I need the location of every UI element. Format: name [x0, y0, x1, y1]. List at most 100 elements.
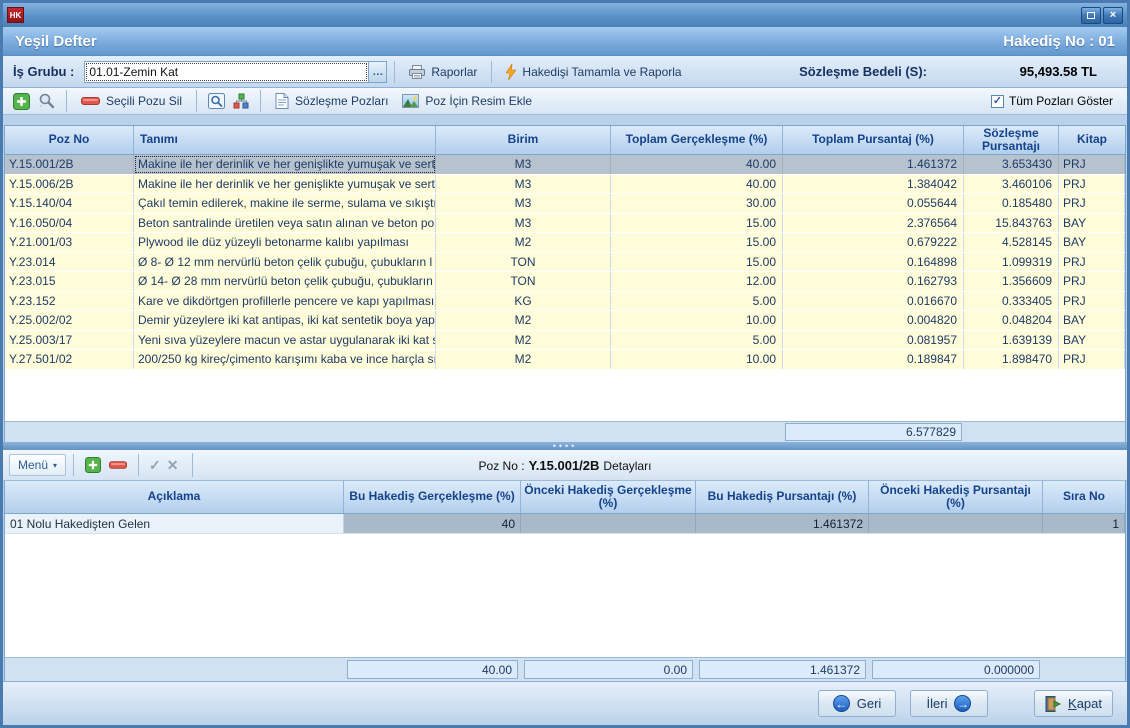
poz-tree-button[interactable]: [229, 91, 253, 111]
col-header-onceki-pursantaj[interactable]: Önceki Hakediş Pursantajı (%): [869, 481, 1043, 513]
table-row[interactable]: Y.23.014Ø 8- Ø 12 mm nervürlü beton çeli…: [5, 253, 1125, 273]
cell-pursantaj[interactable]: 0.004820: [783, 311, 964, 330]
col-header-gerceklesme[interactable]: Toplam Gerçekleşme (%): [611, 126, 783, 154]
cell-kitap[interactable]: PRJ: [1059, 350, 1125, 369]
cell-birim[interactable]: M3: [436, 155, 611, 174]
cell-bu_gerceklesme[interactable]: 40: [344, 514, 521, 533]
detail-add-button[interactable]: [81, 455, 105, 475]
cell-pursantaj[interactable]: 1.461372: [783, 155, 964, 174]
cell-tanim[interactable]: Kare ve dikdörtgen profillerle pencere v…: [134, 292, 436, 311]
cell-gerceklesme[interactable]: 5.00: [611, 292, 783, 311]
col-header-bu-gerceklesme[interactable]: Bu Hakediş Gerçekleşme (%): [344, 481, 521, 513]
cell-tanim[interactable]: Ø 8- Ø 12 mm nervürlü beton çelik çubuğu…: [134, 253, 436, 272]
cell-birim[interactable]: M2: [436, 311, 611, 330]
cell-gerceklesme[interactable]: 15.00: [611, 233, 783, 252]
cell-sozlesme_pursantaji[interactable]: 15.843763: [964, 214, 1059, 233]
tum-pozlari-checkbox-group[interactable]: ✓ Tüm Pozları Göster: [991, 94, 1113, 108]
close-button[interactable]: ×: [1103, 7, 1123, 24]
cell-gerceklesme[interactable]: 10.00: [611, 311, 783, 330]
cancel-icon[interactable]: ✕: [164, 457, 182, 474]
cell-poz_no[interactable]: Y.15.006/2B: [5, 175, 134, 194]
cell-kitap[interactable]: PRJ: [1059, 253, 1125, 272]
col-header-onceki-gerceklesme[interactable]: Önceki Hakediş Gerçekleşme (%): [521, 481, 696, 513]
cell-pursantaj[interactable]: 0.055644: [783, 194, 964, 213]
ileri-button[interactable]: İleri →: [910, 690, 988, 717]
cell-gerceklesme[interactable]: 12.00: [611, 272, 783, 291]
cell-kitap[interactable]: BAY: [1059, 331, 1125, 350]
hakedisi-tamamla-button[interactable]: Hakedişi Tamamla ve Raporla: [499, 61, 688, 83]
cell-kitap[interactable]: PRJ: [1059, 175, 1125, 194]
cell-kitap[interactable]: PRJ: [1059, 272, 1125, 291]
cell-kitap[interactable]: BAY: [1059, 214, 1125, 233]
col-header-sira-no[interactable]: Sıra No: [1043, 481, 1125, 513]
table-row[interactable]: Y.25.003/17Yeni sıva yüzeylere macun ve …: [5, 331, 1125, 351]
accept-icon[interactable]: ✓: [146, 457, 164, 474]
cell-kitap[interactable]: PRJ: [1059, 155, 1125, 174]
add-poz-button[interactable]: [9, 91, 34, 112]
cell-pursantaj[interactable]: 0.164898: [783, 253, 964, 272]
table-row[interactable]: Y.27.501/02200/250 kg kireç/çimento karı…: [5, 350, 1125, 370]
cell-gerceklesme[interactable]: 15.00: [611, 253, 783, 272]
cell-poz_no[interactable]: Y.25.003/17: [5, 331, 134, 350]
table-row[interactable]: Y.23.015Ø 14- Ø 28 mm nervürlü beton çel…: [5, 272, 1125, 292]
cell-pursantaj[interactable]: 0.162793: [783, 272, 964, 291]
cell-poz_no[interactable]: Y.15.140/04: [5, 194, 134, 213]
cell-aciklama[interactable]: 01 Nolu Hakedişten Gelen: [5, 514, 344, 533]
cell-tanim[interactable]: 200/250 kg kireç/çimento karışımı kaba v…: [134, 350, 436, 369]
table-row[interactable]: Y.15.001/2BMakine ile her derinlik ve he…: [5, 155, 1125, 175]
maximize-button[interactable]: [1081, 7, 1101, 24]
detail-delete-button[interactable]: [105, 459, 131, 471]
detail-table-row[interactable]: 01 Nolu Hakedişten Gelen401.4613721: [5, 514, 1125, 534]
cell-pursantaj[interactable]: 1.384042: [783, 175, 964, 194]
cell-onceki_pursantaj[interactable]: [869, 514, 1043, 533]
menu-button[interactable]: Menü ▾: [9, 454, 66, 476]
cell-birim[interactable]: M3: [436, 194, 611, 213]
cell-poz_no[interactable]: Y.23.015: [5, 272, 134, 291]
table-row[interactable]: Y.16.050/04Beton santralinde üretilen ve…: [5, 214, 1125, 234]
geri-button[interactable]: ← Geri: [818, 690, 896, 717]
cell-bu_pursantaj[interactable]: 1.461372: [696, 514, 869, 533]
cell-tanim[interactable]: Yeni sıva yüzeylere macun ve astar uygul…: [134, 331, 436, 350]
pane-splitter[interactable]: ••••: [3, 442, 1127, 450]
col-header-birim[interactable]: Birim: [436, 126, 611, 154]
edit-poz-button[interactable]: [34, 91, 59, 111]
col-header-kitap[interactable]: Kitap: [1059, 126, 1125, 154]
cell-gerceklesme[interactable]: 5.00: [611, 331, 783, 350]
cell-poz_no[interactable]: Y.15.001/2B: [5, 155, 134, 174]
cell-sozlesme_pursantaji[interactable]: 1.356609: [964, 272, 1059, 291]
cell-gerceklesme[interactable]: 40.00: [611, 155, 783, 174]
col-header-pursantaj[interactable]: Toplam Pursantaj (%): [783, 126, 964, 154]
cell-poz_no[interactable]: Y.23.152: [5, 292, 134, 311]
cell-sozlesme_pursantaji[interactable]: 1.099319: [964, 253, 1059, 272]
table-row[interactable]: Y.15.140/04Çakıl temin edilerek, makine …: [5, 194, 1125, 214]
cell-birim[interactable]: KG: [436, 292, 611, 311]
cell-birim[interactable]: M2: [436, 350, 611, 369]
cell-kitap[interactable]: BAY: [1059, 233, 1125, 252]
checkbox-checked-icon[interactable]: ✓: [991, 95, 1004, 108]
raporlar-button[interactable]: Raporlar: [402, 62, 484, 82]
cell-poz_no[interactable]: Y.21.001/03: [5, 233, 134, 252]
col-header-sozlesme-pursantaji[interactable]: Sözleşme Pursantajı: [964, 126, 1059, 154]
col-header-pozno[interactable]: Poz No: [5, 126, 134, 154]
cell-sozlesme_pursantaji[interactable]: 3.653430: [964, 155, 1059, 174]
sozlesme-pozlari-button[interactable]: Sözleşme Pozları: [268, 90, 395, 112]
cell-pursantaj[interactable]: 0.081957: [783, 331, 964, 350]
cell-tanim[interactable]: Beton santralinde üretilen veya satın al…: [134, 214, 436, 233]
cell-birim[interactable]: M2: [436, 331, 611, 350]
cell-pursantaj[interactable]: 2.376564: [783, 214, 964, 233]
cell-sozlesme_pursantaji[interactable]: 1.639139: [964, 331, 1059, 350]
cell-birim[interactable]: TON: [436, 253, 611, 272]
cell-kitap[interactable]: BAY: [1059, 311, 1125, 330]
cell-poz_no[interactable]: Y.25.002/02: [5, 311, 134, 330]
cell-pursantaj[interactable]: 0.679222: [783, 233, 964, 252]
table-row[interactable]: Y.25.002/02Demir yüzeylere iki kat antip…: [5, 311, 1125, 331]
cell-birim[interactable]: M3: [436, 175, 611, 194]
cell-tanim[interactable]: Makine ile her derinlik ve her genişlikt…: [134, 155, 436, 174]
cell-kitap[interactable]: PRJ: [1059, 194, 1125, 213]
table-row[interactable]: Y.15.006/2BMakine ile her derinlik ve he…: [5, 175, 1125, 195]
cell-birim[interactable]: TON: [436, 272, 611, 291]
cell-gerceklesme[interactable]: 15.00: [611, 214, 783, 233]
cell-pursantaj[interactable]: 0.016670: [783, 292, 964, 311]
cell-gerceklesme[interactable]: 40.00: [611, 175, 783, 194]
is-grubu-value[interactable]: 01.01-Zemin Kat: [85, 62, 368, 82]
